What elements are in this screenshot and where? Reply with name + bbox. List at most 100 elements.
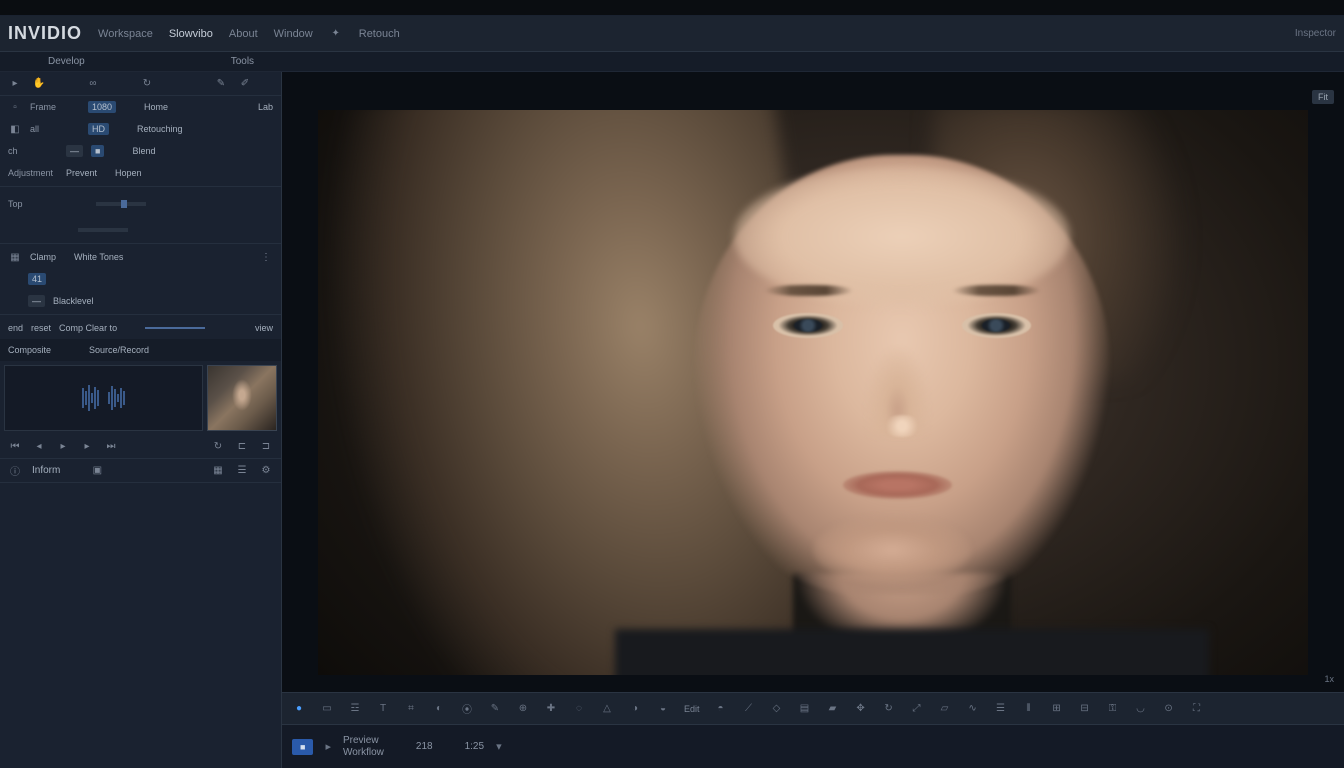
lock-icon[interactable]: ⚿ (1106, 702, 1120, 716)
menu-tool-label: Retouch (359, 28, 400, 40)
thumbnail-preview[interactable] (207, 365, 277, 431)
retouch-icon[interactable]: ✦ (329, 27, 343, 41)
timeline-marker-icon[interactable]: ▾ (496, 740, 502, 753)
warp-icon[interactable]: ∿ (966, 702, 980, 716)
menu-slowvibo[interactable]: Slowvibo (169, 28, 213, 40)
loop-icon[interactable]: ∞ (86, 77, 100, 91)
crop-icon[interactable]: ⌗ (404, 702, 418, 716)
play-icon[interactable]: ▸ (56, 440, 70, 454)
mark-in-icon[interactable]: ⊏ (235, 440, 249, 454)
stamp-icon[interactable]: ⊕ (516, 702, 530, 716)
dodge-icon[interactable]: ◑ (628, 702, 642, 716)
clamp-toggle-icon[interactable]: ⋮ (259, 250, 273, 264)
clamp-label: Clamp (30, 252, 56, 262)
burn-icon[interactable]: ◒ (656, 702, 670, 716)
tool-row-1: ▸ ✋ ∞ ↻ ✎ ✐ (0, 72, 281, 96)
subbar-develop[interactable]: Develop (48, 56, 85, 67)
timeline-stop-button[interactable]: ■ (292, 739, 313, 755)
app-logo: INVIDIO (8, 23, 82, 44)
waveform-panel[interactable] (4, 365, 203, 431)
step-back-icon[interactable]: ◂ (32, 440, 46, 454)
slider-top[interactable] (96, 202, 146, 206)
timeline-play-icon[interactable]: ▸ (325, 740, 331, 753)
footer-d[interactable]: view (255, 323, 273, 333)
prop-blend-field[interactable]: — (66, 145, 83, 157)
bucket-icon[interactable]: ▰ (826, 702, 840, 716)
folder-icon[interactable]: ▣ (90, 464, 104, 478)
eyedrop-icon[interactable]: ⦿ (460, 702, 474, 716)
skip-fwd-icon[interactable]: ⏭ (104, 440, 118, 454)
edit-label: Edit (684, 704, 700, 714)
rect-icon[interactable]: ▭ (320, 702, 334, 716)
distribute-icon[interactable]: ⫴ (1022, 702, 1036, 716)
refresh-icon[interactable]: ↻ (140, 77, 154, 91)
sponge-icon[interactable]: ◓ (714, 702, 728, 716)
info-icon[interactable]: ⓘ (8, 464, 22, 478)
tab-composite[interactable]: Composite (8, 345, 51, 355)
menu-right-label[interactable]: Inspector (1295, 28, 1336, 39)
layers-icon[interactable]: ☲ (348, 702, 362, 716)
viewport-zoom-badge[interactable]: Fit (1312, 90, 1334, 104)
footer-a[interactable]: end (8, 323, 23, 333)
menu-about[interactable]: About (229, 28, 258, 40)
align-icon[interactable]: ☰ (994, 702, 1008, 716)
timeline-preview-label: Preview (343, 735, 384, 746)
viewport[interactable]: Fit 1x (282, 72, 1344, 692)
loop-icon[interactable]: ↻ (211, 440, 225, 454)
prop-blend-value: Blend (132, 146, 155, 156)
footer-b[interactable]: reset (31, 323, 51, 333)
move-icon[interactable]: ✥ (854, 702, 868, 716)
skip-back-icon[interactable]: ⏮ (8, 440, 22, 454)
clamp-value[interactable]: 41 (28, 273, 46, 285)
slider-2[interactable] (78, 228, 128, 232)
footer-slider[interactable] (145, 327, 205, 329)
prop-blend-field2[interactable]: ■ (91, 145, 104, 157)
prop-adjustment: Adjustment Prevent Hopen (0, 162, 281, 184)
grid-icon[interactable]: ▦ (211, 464, 225, 478)
ungroup-icon[interactable]: ⊟ (1078, 702, 1092, 716)
group-icon[interactable]: ⊞ (1050, 702, 1064, 716)
text-icon[interactable]: T (376, 702, 390, 716)
scale-icon[interactable]: ⤢ (910, 702, 924, 716)
timeline-bar: ■ ▸ Preview Workflow 218 1:25 ▾ (282, 724, 1344, 768)
zoom-icon[interactable]: ⊙ (1162, 702, 1176, 716)
prop-blend: ch — ■ Blend (0, 140, 281, 162)
mask-icon[interactable]: ◐ (432, 702, 446, 716)
timeline-timecode: 1:25 (465, 741, 484, 752)
tab-source[interactable]: Source/Record (89, 345, 149, 355)
list-icon[interactable]: ☰ (235, 464, 249, 478)
hand-icon[interactable]: ✋ (32, 77, 46, 91)
viewport-wrap: Fit 1x (282, 72, 1344, 768)
bottom-toolbar: ● ▭ ☲ T ⌗ ◐ ⦿ ✎ ⊕ ✚ ◌ △ ◑ ◒ Edit ◓ ⟋ ◇ ▤… (282, 692, 1344, 724)
pointer-icon[interactable]: ▸ (8, 77, 22, 91)
res-icon: ◧ (8, 122, 22, 136)
prop-frame-field[interactable]: 1080 (88, 101, 116, 113)
prop-frame-end: Lab (258, 102, 273, 112)
menu-window[interactable]: Window (274, 28, 313, 40)
sharpen-icon[interactable]: △ (600, 702, 614, 716)
prop-res-field[interactable]: HD (88, 123, 109, 135)
shape-icon[interactable]: ◇ (770, 702, 784, 716)
skew-icon[interactable]: ▱ (938, 702, 952, 716)
circle-icon[interactable]: ● (292, 702, 306, 716)
mark-out-icon[interactable]: ⊐ (259, 440, 273, 454)
hide-icon[interactable]: ◡ (1134, 702, 1148, 716)
pen-icon[interactable]: ✐ (238, 77, 252, 91)
rotate-icon[interactable]: ↻ (882, 702, 896, 716)
canvas[interactable] (318, 110, 1308, 675)
subbar-tools[interactable]: Tools (231, 56, 254, 67)
menu-workspace[interactable]: Workspace (98, 28, 153, 40)
inform-label: Inform (32, 465, 60, 476)
footer-c[interactable]: Comp Clear to (59, 323, 117, 333)
path-icon[interactable]: ⟋ (742, 702, 756, 716)
heal-icon[interactable]: ✚ (544, 702, 558, 716)
blacklevel-field[interactable]: — (28, 295, 45, 307)
brush-icon[interactable]: ✎ (214, 77, 228, 91)
settings-icon[interactable]: ⚙ (259, 464, 273, 478)
blur-icon[interactable]: ◌ (572, 702, 586, 716)
gradient-icon[interactable]: ▤ (798, 702, 812, 716)
brush-icon[interactable]: ✎ (488, 702, 502, 716)
fit-icon[interactable]: ⛶ (1190, 702, 1204, 716)
prop-blend-label: ch (8, 146, 58, 156)
step-fwd-icon[interactable]: ▸ (80, 440, 94, 454)
